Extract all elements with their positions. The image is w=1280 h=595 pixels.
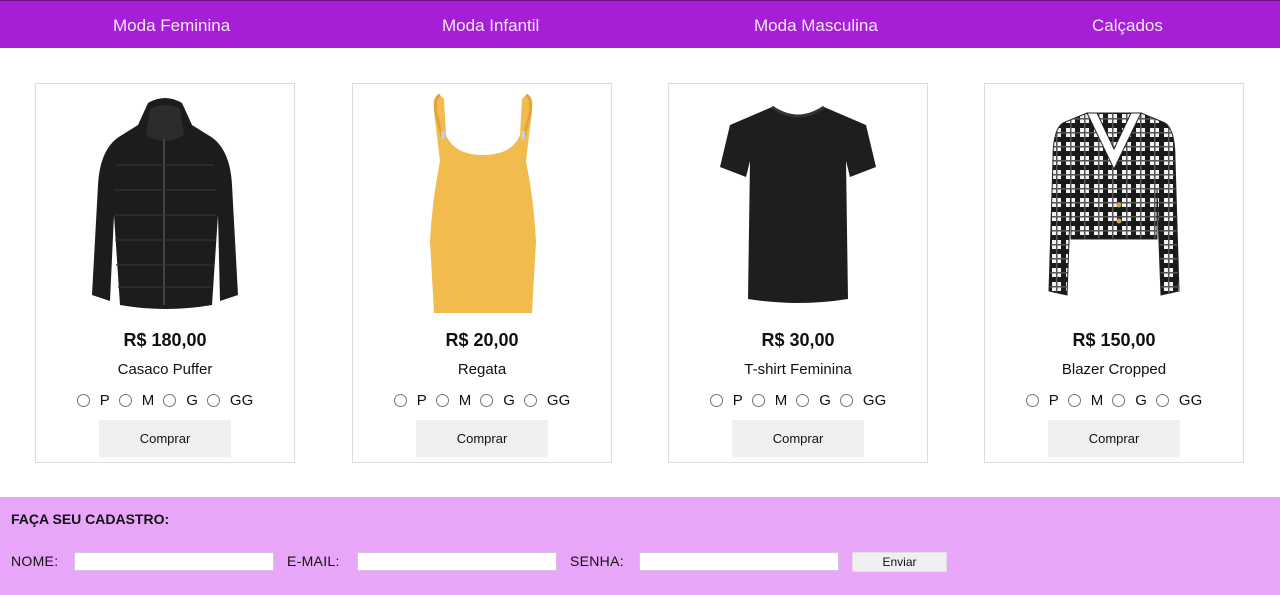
top-navigation: Moda Feminina Moda Infantil Moda Masculi… — [0, 0, 1280, 48]
radio-button[interactable] — [163, 394, 177, 407]
product-name: T-shirt Feminina — [744, 361, 852, 378]
size-options: P M G GG — [353, 392, 611, 409]
buy-button[interactable]: Comprar — [416, 420, 548, 457]
size-option-p[interactable]: P — [709, 392, 743, 409]
radio-button[interactable] — [118, 394, 132, 407]
password-label: SENHA: — [570, 553, 624, 569]
radio-button[interactable] — [709, 394, 723, 407]
product-card: R$ 150,00 Blazer Cropped P M G GG Compra… — [984, 83, 1244, 463]
yellow-tank-top-image — [353, 90, 611, 318]
product-name: Blazer Cropped — [1061, 361, 1167, 378]
size-options: P M G GG — [669, 392, 927, 409]
size-option-m[interactable]: M — [751, 392, 787, 409]
buy-button[interactable]: Comprar — [99, 420, 231, 457]
product-card: R$ 30,00 T-shirt Feminina P M G GG Compr… — [668, 83, 928, 463]
puffer-jacket-image — [36, 90, 294, 318]
radio-button[interactable] — [76, 394, 90, 407]
size-option-m[interactable]: M — [118, 392, 154, 409]
radio-button[interactable] — [1025, 394, 1039, 407]
radio-button[interactable] — [393, 394, 407, 407]
radio-button[interactable] — [1112, 394, 1126, 407]
email-input[interactable] — [357, 552, 557, 571]
size-option-gg[interactable]: GG — [523, 392, 570, 409]
radio-button[interactable] — [523, 394, 537, 407]
product-card: R$ 180,00 Casaco Puffer P M G GG Comprar — [35, 83, 295, 463]
product-price: R$ 30,00 — [761, 330, 835, 350]
buy-button[interactable]: Comprar — [1048, 420, 1180, 457]
radio-button[interactable] — [480, 394, 494, 407]
radio-button[interactable] — [1155, 394, 1169, 407]
radio-button[interactable] — [435, 394, 449, 407]
size-option-g[interactable]: G — [796, 392, 831, 409]
size-option-g[interactable]: G — [480, 392, 515, 409]
size-options: P M G GG — [985, 392, 1243, 409]
size-option-gg[interactable]: GG — [1155, 392, 1202, 409]
plaid-blazer-image — [985, 90, 1243, 318]
nav-link-moda-masculina[interactable]: Moda Masculina — [754, 16, 878, 36]
size-option-p[interactable]: P — [76, 392, 110, 409]
size-option-g[interactable]: G — [1112, 392, 1147, 409]
radio-button[interactable] — [796, 394, 810, 407]
name-input[interactable] — [74, 552, 274, 571]
product-name: Casaco Puffer — [117, 361, 213, 378]
size-option-p[interactable]: P — [393, 392, 427, 409]
submit-button[interactable]: Enviar — [852, 552, 947, 572]
product-grid: R$ 180,00 Casaco Puffer P M G GG Comprar… — [0, 83, 1280, 463]
product-price: R$ 20,00 — [445, 330, 519, 350]
size-options: P M G GG — [36, 392, 294, 409]
signup-form: FAÇA SEU CADASTRO: NOME: E-MAIL: SENHA: … — [0, 497, 1280, 595]
size-option-m[interactable]: M — [435, 392, 471, 409]
size-option-gg[interactable]: GG — [839, 392, 886, 409]
nav-link-calcados[interactable]: Calçados — [1092, 16, 1163, 36]
email-label: E-MAIL: — [287, 553, 340, 569]
product-price: R$ 180,00 — [123, 330, 207, 350]
radio-button[interactable] — [206, 394, 220, 407]
size-option-p[interactable]: P — [1025, 392, 1059, 409]
nav-link-moda-feminina[interactable]: Moda Feminina — [113, 16, 230, 36]
buy-button[interactable]: Comprar — [732, 420, 864, 457]
product-card: R$ 20,00 Regata P M G GG Comprar — [352, 83, 612, 463]
size-option-gg[interactable]: GG — [206, 392, 253, 409]
radio-button[interactable] — [1067, 394, 1081, 407]
radio-button[interactable] — [751, 394, 765, 407]
password-input[interactable] — [639, 552, 839, 571]
signup-title: FAÇA SEU CADASTRO: — [11, 511, 170, 527]
radio-button[interactable] — [839, 394, 853, 407]
name-label: NOME: — [11, 553, 59, 569]
black-tshirt-image — [669, 90, 927, 318]
product-price: R$ 150,00 — [1072, 330, 1156, 350]
nav-link-moda-infantil[interactable]: Moda Infantil — [442, 16, 539, 36]
size-option-g[interactable]: G — [163, 392, 198, 409]
product-name: Regata — [457, 361, 507, 378]
size-option-m[interactable]: M — [1067, 392, 1103, 409]
